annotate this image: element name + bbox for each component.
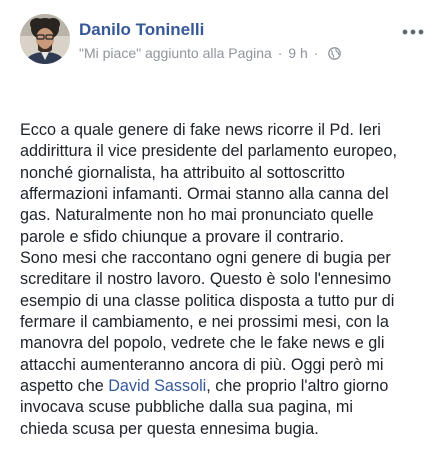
post-text-line: screditare il nostro lavoro. Questo è so… [20,270,392,289]
post-text-line: nonché giornalista, ha attribuito al sot… [20,163,345,182]
more-options-button[interactable] [400,22,426,42]
more-options-icon [402,29,424,35]
mention-link[interactable]: David Sassoli [108,377,206,395]
post-text-line: aspetto che David Sassoli, che proprio l… [20,376,440,397]
facebook-post: Danilo Toninelli "Mi piace" aggiunto all… [0,0,446,449]
post-text-line: affermazioni infamanti. Ormai stanno all… [20,185,389,204]
post-header: Danilo Toninelli "Mi piace" aggiunto all… [20,14,434,74]
post-text-line: invocava scuse pubbliche dalla sua pagin… [20,398,353,417]
post-text-line: gas. Naturalmente non ho mai pronunciato… [20,206,374,225]
author-avatar[interactable] [20,14,70,64]
post-text-fragment: aspetto che [20,377,109,396]
post-time[interactable]: 9 h [288,45,307,61]
globe-icon[interactable] [328,47,342,63]
post-text-line: parole e sfido chiunque a provare il con… [20,227,344,246]
author-name[interactable]: Danilo Toninelli [79,20,204,40]
meta-separator: · [277,45,283,61]
activity-text: "Mi piace" aggiunto alla Pagina [79,45,272,61]
post-body: Ecco a quale genere di fake news ricorre… [20,120,440,440]
post-meta: "Mi piace" aggiunto alla Pagina · 9 h · [79,45,342,63]
post-text-line: attacchi aumenteranno ancora di più. Ogg… [20,355,384,374]
meta-separator-2: · [313,45,319,61]
post-text-line: Ecco a quale genere di fake news ricorre… [20,121,381,139]
post-text-fragment: , che proprio l'altro giorno [206,377,389,396]
post-text-line: addirittura il vice presidente del parla… [20,142,398,161]
post-text-line: chieda scusa per questa ennesima bugia. [20,419,319,438]
profile-photo [20,14,70,64]
post-text-line: Sono mesi che raccontano ogni genere di … [20,249,391,268]
post-text-line: manovra del popolo, vedrete che le fake … [20,334,385,353]
post-text-line: fermare il cambiamento, e nei prossimi m… [20,313,389,332]
post-text-line: esempio di una classe politica disposta … [20,291,395,310]
